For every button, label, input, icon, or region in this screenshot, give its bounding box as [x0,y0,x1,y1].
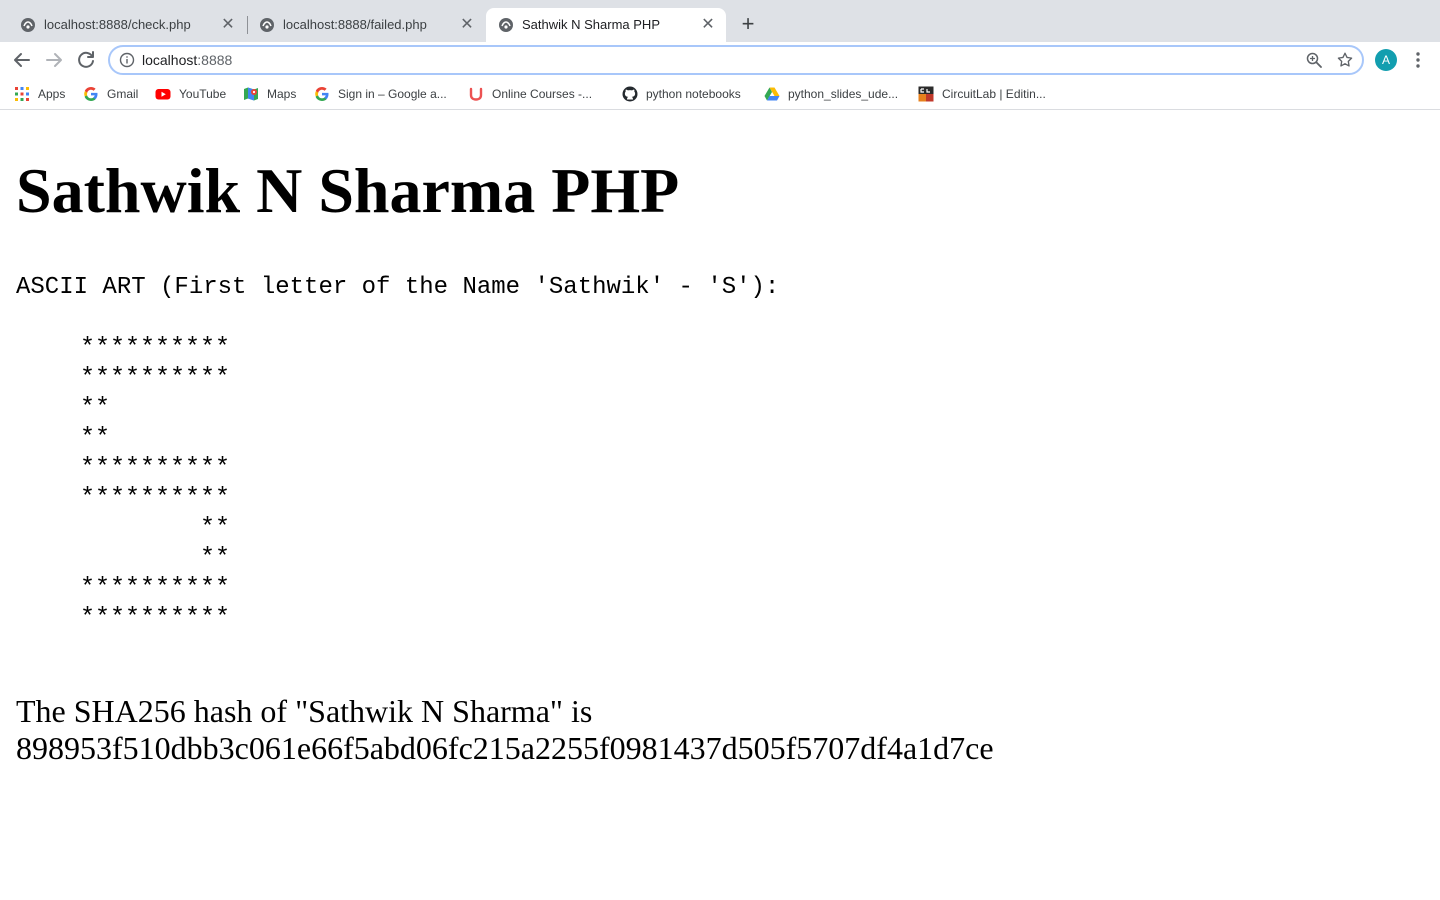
tab-close-icon[interactable]: ✕ [700,17,716,33]
google-icon [315,87,329,101]
tab-active-sathwik[interactable]: Sathwik N Sharma PHP ✕ [486,8,726,42]
bookmark-label: python notebooks [646,87,741,101]
reload-icon[interactable] [74,48,98,72]
youtube-icon [155,89,171,100]
github-icon [622,86,638,102]
address-bar[interactable]: localhost:8888 [108,45,1364,75]
bookmark-youtube[interactable]: YouTube [155,85,226,103]
bookmark-star-icon[interactable] [1336,51,1354,69]
hash-sentence: The SHA256 hash of "Sathwik N Sharma" is [16,693,593,729]
bookmark-label: Apps [38,87,66,101]
bookmark-label: CircuitLab | Editin... [942,87,1046,101]
bookmark-python-slides[interactable]: python_slides_ude... [764,85,898,103]
tab-close-icon[interactable]: ✕ [220,17,236,33]
address-url: localhost:8888 [142,52,232,68]
bookmark-label: Gmail [107,87,139,101]
url-host: localhost [142,52,198,68]
url-port: :8888 [197,52,233,68]
globe-favicon-icon [21,18,35,32]
tab-close-icon[interactable]: ✕ [459,17,475,33]
bookmark-circuitlab[interactable]: CircuitLab | Editin... [918,85,1046,103]
udemy-icon [469,87,483,101]
bookmarks-bar: Apps Gmail YouTube Maps Sign in – Google… [0,78,1440,110]
ascii-art-label: ASCII ART (First letter of the Name 'Sat… [16,274,780,301]
bookmark-label: Maps [267,87,297,101]
sha256-hash-text: The SHA256 hash of "Sathwik N Sharma" is… [16,693,1316,767]
ascii-art: ********** ********** ** ** ********** *… [80,333,231,632]
bookmark-python-notebooks[interactable]: python notebooks [622,85,741,103]
profile-avatar[interactable]: A [1375,49,1397,71]
tab-title: localhost:8888/failed.php [283,17,427,32]
page-title: Sathwik N Sharma PHP [16,155,680,226]
bookmark-google-signin[interactable]: Sign in – Google a... [314,85,447,103]
back-arrow-icon[interactable] [10,48,34,72]
tab-check-php[interactable]: localhost:8888/check.php ✕ [8,8,246,42]
browser-toolbar: localhost:8888 A [0,42,1440,78]
tab-title: Sathwik N Sharma PHP [522,17,660,32]
drive-icon [764,87,780,101]
bookmark-label: YouTube [179,87,227,101]
bookmark-maps[interactable]: Maps [243,85,296,103]
forward-arrow-icon[interactable] [42,48,66,72]
new-tab-button[interactable]: + [736,13,760,37]
google-icon [84,87,98,101]
kebab-menu-icon[interactable] [1410,50,1426,70]
page-content: Sathwik N Sharma PHP ASCII ART (First le… [0,111,1440,900]
globe-favicon-icon [260,18,274,32]
globe-favicon-icon [499,18,513,32]
circuitlab-icon [918,86,934,102]
bookmark-label: Online Courses -... [492,87,593,101]
tab-title: localhost:8888/check.php [44,17,191,32]
bookmark-online-courses[interactable]: Online Courses -... [468,85,592,103]
tab-strip: localhost:8888/check.php ✕ localhost:888… [0,0,1440,42]
maps-icon [244,87,258,101]
bookmark-gmail[interactable]: Gmail [83,85,138,103]
bookmark-apps[interactable]: Apps [14,85,65,103]
bookmark-label: python_slides_ude... [788,87,899,101]
zoom-icon[interactable] [1306,52,1322,68]
site-info-icon[interactable] [119,52,135,68]
apps-grid-icon [15,87,29,101]
bookmark-label: Sign in – Google a... [338,87,447,101]
hash-value: 898953f510dbb3c061e66f5abd06fc215a2255f0… [16,730,994,766]
tab-failed-php[interactable]: localhost:8888/failed.php ✕ [247,8,485,42]
